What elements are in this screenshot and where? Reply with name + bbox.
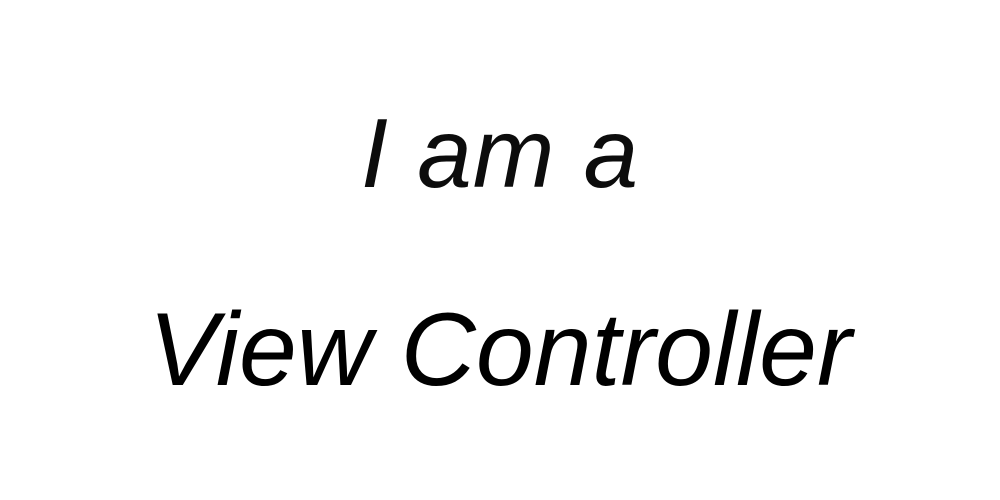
view-controller-screen: I am a View Controller — [0, 0, 1000, 500]
intro-text: I am a — [360, 98, 640, 208]
title-text: View Controller — [148, 292, 852, 408]
